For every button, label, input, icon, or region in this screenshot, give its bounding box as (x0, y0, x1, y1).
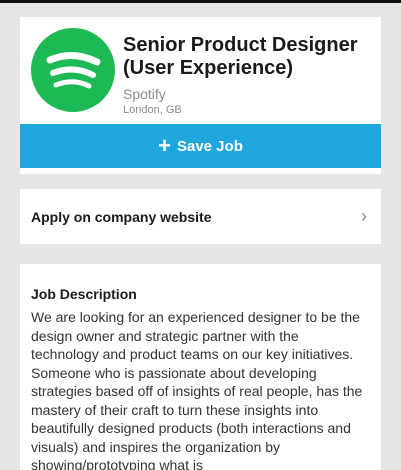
job-location: London, GB (123, 104, 182, 116)
job-title: Senior Product Designer (User Experience… (123, 34, 358, 79)
save-job-label: Save Job (176, 137, 243, 155)
job-description-heading: Job Description (31, 286, 137, 302)
chevron-right-icon: › (361, 206, 367, 226)
plus-icon: + (158, 133, 171, 158)
company-name: Spotify (123, 86, 166, 102)
apply-label: Apply on company website (31, 208, 212, 225)
spotify-logo-icon (31, 28, 115, 112)
top-divider (0, 0, 401, 3)
apply-company-website-button[interactable]: Apply on company website › (20, 189, 381, 244)
job-description-card: Job Description We are looking for an ex… (20, 264, 381, 470)
save-job-button[interactable]: + Save Job (20, 124, 381, 168)
job-description-body: We are looking for an experienced design… (31, 309, 363, 470)
job-header-card: Senior Product Designer (User Experience… (20, 17, 381, 174)
